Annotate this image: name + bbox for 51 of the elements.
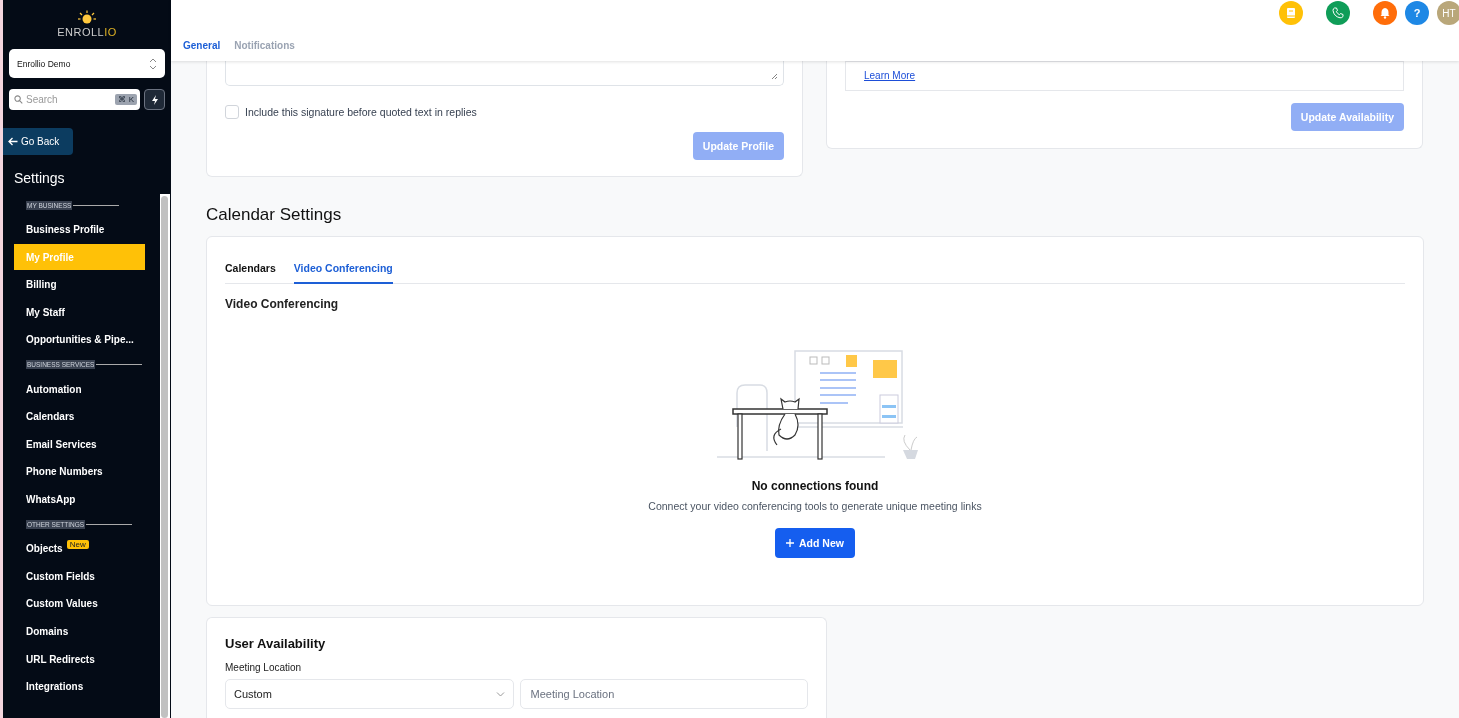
new-badge: New [66,539,89,549]
sidebar-item[interactable]: Phone Numbers [14,458,145,485]
resize-handle-icon [771,73,778,80]
bell-icon[interactable] [1373,1,1397,25]
sidebar-item[interactable]: Billing [14,271,145,298]
empty-state-title: No connections found [751,479,879,493]
lightbulb-icon [77,10,97,26]
empty-state-text: Connect your video conferencing tools to generate unique meeting links [648,500,982,512]
tab[interactable]: Video Conferencing [293,262,393,284]
add-new-button[interactable]: Add New [775,528,855,558]
card-title: User Availability [225,636,327,651]
quick-action-button[interactable] [144,89,165,110]
chevron-down-icon [495,691,505,697]
go-back-button[interactable]: Go Back [3,128,74,155]
tab[interactable]: Calendars [225,262,276,284]
sidebar-item[interactable]: Email Services [14,431,145,458]
scrollbar[interactable] [160,194,170,718]
sidebar-item[interactable]: My Staff [14,299,145,326]
signature-textarea[interactable] [225,61,784,86]
sidebar-item[interactable]: Objects New [14,535,145,562]
shortcut-hint: ⌘ K [115,94,137,105]
sidebar-item[interactable]: Automation [14,376,145,403]
plus-icon [786,539,795,547]
header-tab[interactable]: General [181,40,223,51]
meeting-location-field[interactable]: Meeting Location [519,679,808,709]
checkbox[interactable] [225,105,239,119]
sidebar-item[interactable]: Domains [14,618,145,645]
account-switcher[interactable]: Enrollio Demo [9,49,165,78]
sidebar-item[interactable]: WhatsApp [14,486,145,513]
sidebar-item[interactable]: Custom Fields [14,563,145,590]
sidebar-item[interactable]: URL Redirects [14,646,145,673]
panel-title: Video Conferencing [225,297,340,311]
help-button[interactable]: ? [1405,1,1429,25]
book-icon[interactable] [1279,1,1303,25]
sidebar-title: Settings [14,170,66,186]
sidebar-item[interactable]: Custom Values [14,590,145,617]
lightning-icon [150,94,159,105]
sidebar-item[interactable]: Opportunities & Pipe... [14,326,145,353]
search-icon [14,95,23,104]
field-label: Meeting Location [225,662,303,673]
location-select[interactable]: Custom [225,679,514,709]
checkbox-label: Include this signature before quoted text in replies [245,106,477,118]
arrow-left-icon [8,137,18,146]
phone-icon[interactable] [1326,1,1350,25]
chevron-updown-icon [149,57,157,70]
sidebar-item[interactable]: Integrations [14,673,145,700]
logo: ENROLLIO [57,10,117,38]
section-title: Calendar Settings [206,205,343,225]
learn-more-link[interactable]: Learn More [864,69,916,81]
sidebar-item[interactable]: Calendars [14,403,145,430]
sidebar-item[interactable]: Business Profile [14,216,145,243]
